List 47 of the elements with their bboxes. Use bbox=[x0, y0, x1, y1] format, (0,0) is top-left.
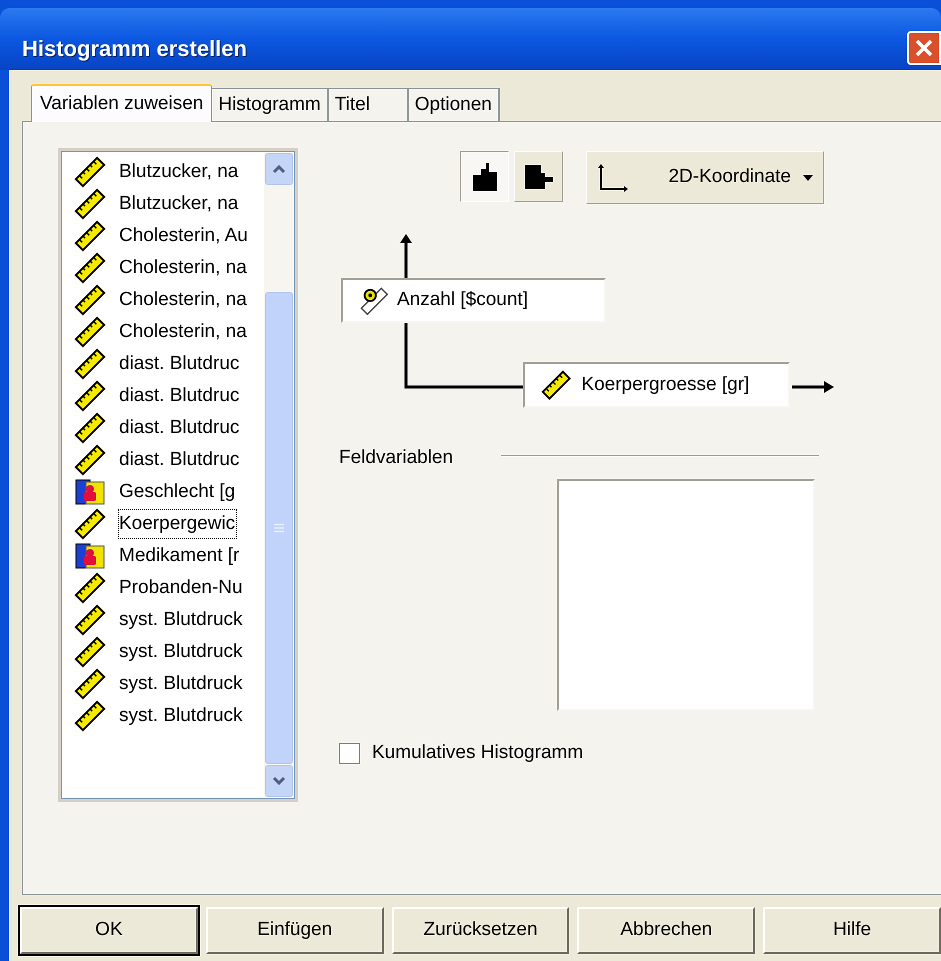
variable-item[interactable]: Geschlecht [g bbox=[119, 478, 236, 506]
dialog-button[interactable]: OK bbox=[20, 907, 198, 954]
variable-item[interactable]: diast. Blutdruc bbox=[119, 414, 240, 442]
chevron-down-icon bbox=[272, 776, 286, 786]
horizontal-bars-icon bbox=[524, 164, 554, 190]
tab[interactable]: Variablen zuweisen bbox=[31, 84, 212, 122]
orientation-button[interactable] bbox=[460, 151, 509, 202]
variable-item[interactable]: diast. Blutdruc bbox=[119, 350, 240, 378]
variable-item[interactable]: Cholesterin, na bbox=[119, 318, 247, 346]
y-axis-field[interactable]: Anzahl [$count] bbox=[341, 278, 606, 323]
close-icon bbox=[914, 38, 934, 58]
close-button[interactable] bbox=[907, 31, 941, 65]
variable-item[interactable]: syst. Blutdruck bbox=[119, 638, 243, 666]
checkbox[interactable] bbox=[339, 742, 360, 764]
variable-item[interactable]: diast. Blutdruc bbox=[119, 382, 240, 410]
dialog-button[interactable]: Abbrechen bbox=[577, 907, 756, 954]
dialog-button[interactable]: Einfügen bbox=[206, 907, 384, 954]
coordinate-dropdown[interactable]: 2D-Koordinate bbox=[586, 151, 824, 204]
tab[interactable]: Optionen bbox=[408, 88, 500, 121]
variable-item[interactable]: Probanden-Nu bbox=[119, 574, 243, 602]
chevron-up-icon bbox=[272, 164, 286, 174]
variable-item[interactable]: diast. Blutdruc bbox=[119, 446, 240, 474]
y-axis-arrow bbox=[400, 234, 412, 279]
variable-item[interactable]: syst. Blutdruck bbox=[119, 606, 243, 634]
tab[interactable]: Titel bbox=[328, 88, 409, 121]
vertical-bars-icon bbox=[472, 162, 498, 192]
tab[interactable]: Histogramm bbox=[212, 88, 329, 121]
scrollbar[interactable] bbox=[264, 152, 294, 798]
caret-icon bbox=[803, 174, 813, 180]
variable-item[interactable]: Blutzucker, na bbox=[119, 158, 238, 186]
variable-item[interactable]: Blutzucker, na bbox=[119, 190, 238, 218]
variable-item[interactable]: Cholesterin, na bbox=[119, 286, 247, 314]
dialog-button[interactable]: Zurücksetzen bbox=[392, 907, 570, 954]
axes-icon bbox=[597, 162, 629, 192]
dialog-button[interactable]: Hilfe bbox=[763, 907, 941, 954]
checkbox-label: Kumulatives Histogramm bbox=[372, 741, 584, 765]
grip-icon bbox=[273, 523, 285, 533]
window-title: Histogramm erstellen bbox=[22, 34, 248, 63]
x-axis-field[interactable]: Koerpergroesse [gr] bbox=[523, 362, 790, 408]
variable-item[interactable]: Cholesterin, Au bbox=[119, 222, 248, 250]
variable-item[interactable]: Medikament [r bbox=[119, 542, 240, 570]
variable-item[interactable]: Cholesterin, na bbox=[119, 254, 247, 282]
x-axis-arrow bbox=[792, 381, 834, 393]
variable-item[interactable]: syst. Blutdruck bbox=[119, 702, 243, 730]
section-label: Feldvariablen bbox=[339, 446, 454, 470]
variable-item[interactable]: syst. Blutdruck bbox=[119, 670, 243, 698]
variable-item[interactable]: Koerpergewic bbox=[119, 510, 236, 538]
